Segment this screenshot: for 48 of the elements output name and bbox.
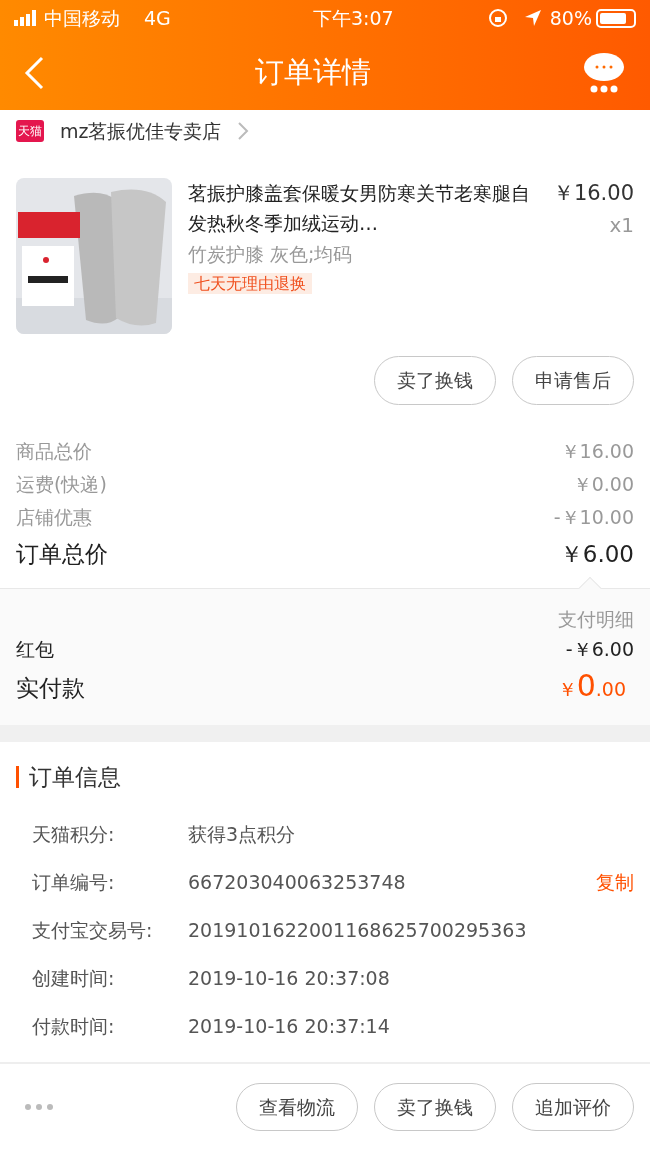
info-label: 天猫积分: — [32, 821, 116, 847]
lock-rotation-icon — [487, 8, 508, 28]
info-label: 创建时间: — [32, 965, 116, 991]
return-policy-tag: 七天无理由退换 — [188, 273, 312, 294]
section-title: 订单信息 — [16, 766, 634, 788]
paid-label: 实付款 — [16, 673, 85, 703]
clock-text: 下午3:07 — [311, 5, 394, 31]
info-label: 支付宝交易号: — [32, 917, 154, 943]
summary-label: 订单总价 — [16, 539, 108, 569]
battery-text: 80% — [549, 5, 592, 31]
payment-value: -￥6.00 — [565, 637, 634, 662]
summary-value: -￥10.00 — [553, 504, 634, 530]
store-badge: 天猫 — [16, 120, 44, 142]
product-price: ￥16.00 — [552, 180, 634, 207]
info-label: 付款时间: — [32, 1013, 116, 1039]
sku-text: 竹炭护膝 灰色;均码 — [188, 241, 354, 267]
info-value: 2019-10-16 20:37:08 — [188, 965, 391, 991]
info-value: 获得3点积分 — [188, 821, 297, 847]
page-title: 订单详情 — [255, 54, 371, 92]
shop-name[interactable]: mz茗振优佳专卖店 — [60, 116, 222, 146]
chevron-right-icon[interactable] — [237, 121, 250, 141]
info-value: 667203040063253748 — [188, 869, 407, 895]
info-value: 2019101622001168625700295363 — [188, 917, 528, 943]
summary-value: ￥0.00 — [572, 471, 634, 497]
summary-value: ￥16.00 — [560, 438, 634, 464]
more-icon[interactable] — [24, 1103, 54, 1111]
summary-value: ￥6.00 — [559, 539, 634, 569]
action-button[interactable]: 查看物流 — [236, 1082, 358, 1132]
paid-amount: ￥0.00 — [557, 667, 626, 705]
back-icon[interactable] — [24, 56, 44, 90]
network-text: 4G — [144, 5, 171, 31]
summary-label: 店铺优惠 — [16, 504, 92, 530]
product-title[interactable]: 茗振护膝盖套保暖女男防寒关节老寒腿自发热秋冬季加绒运动… — [188, 178, 537, 240]
carrier-text: 中国移动 — [44, 5, 120, 31]
info-label: 订单编号: — [32, 869, 116, 895]
location-arrow-icon — [523, 9, 542, 27]
summary-label: 运费(快递) — [16, 471, 107, 497]
message-menu-icon[interactable] — [582, 51, 626, 95]
quantity-text: x1 — [608, 211, 634, 239]
payment-detail-title: 支付明细 — [557, 606, 634, 632]
action-button[interactable]: 申请售后 — [512, 356, 634, 405]
action-button[interactable]: 卖了换钱 — [374, 356, 496, 405]
action-button[interactable]: 卖了换钱 — [374, 1082, 496, 1132]
info-value: 2019-10-16 20:37:14 — [188, 1013, 391, 1039]
action-button[interactable]: 追加评价 — [512, 1082, 634, 1132]
battery-icon — [596, 8, 636, 28]
summary-label: 商品总价 — [16, 438, 92, 464]
payment-label: 红包 — [16, 637, 54, 662]
